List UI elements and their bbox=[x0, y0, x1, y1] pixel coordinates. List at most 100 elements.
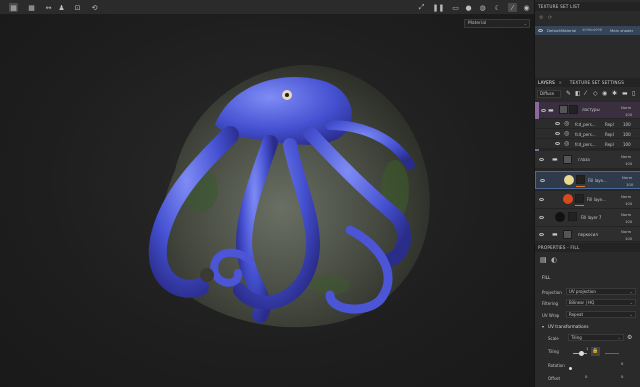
texture-set-item[interactable]: DefaultMaterial 4096x4096 Main shader bbox=[535, 26, 640, 35]
properties-header: PROPERTIES - FILL bbox=[535, 243, 640, 252]
folder-icon[interactable]: ▬ bbox=[622, 90, 628, 97]
layer-blend[interactable]: Norm bbox=[622, 175, 632, 180]
lock-icon[interactable]: 🔒 bbox=[591, 347, 600, 356]
history-icon[interactable]: ⟲ bbox=[90, 3, 99, 12]
layer-opacity[interactable]: 100 bbox=[625, 219, 632, 224]
sphere-icon[interactable]: ● bbox=[464, 3, 473, 12]
tab-layers[interactable]: LAYERS bbox=[538, 78, 555, 87]
channel-select[interactable]: Diffuse bbox=[537, 90, 561, 98]
brush-icon[interactable]: ⁄ bbox=[508, 3, 517, 12]
tab-texture-set-settings[interactable]: TEXTURE SET SETTINGS bbox=[570, 78, 624, 87]
mask-icon[interactable]: ◧ bbox=[575, 90, 581, 97]
screenshot-icon[interactable]: ◉ bbox=[522, 3, 531, 12]
layer-blend[interactable]: Norm bbox=[621, 194, 631, 199]
right-panel: TEXTURE SET LIST ⚙ ⟳ DefaultMaterial 409… bbox=[534, 0, 640, 387]
tiling-label: Tiling bbox=[548, 349, 559, 354]
material-tab-icon[interactable]: ◐ bbox=[551, 256, 557, 264]
layer-row-selected[interactable]: Fill laye... Norm 100 bbox=[535, 171, 640, 189]
layer-opacity[interactable]: 100 bbox=[623, 132, 631, 137]
tiling-slider-handle[interactable] bbox=[579, 351, 584, 356]
layer-opacity[interactable]: 100 bbox=[625, 236, 632, 241]
frame-icon[interactable]: ⊡ bbox=[73, 3, 82, 12]
trash-icon[interactable]: ▯ bbox=[632, 90, 635, 97]
layer-blend[interactable]: Norm bbox=[621, 212, 631, 217]
eye-icon[interactable] bbox=[539, 198, 544, 201]
layer-blend[interactable]: Repl bbox=[605, 122, 614, 127]
rotation-value[interactable]: 0 bbox=[621, 361, 623, 366]
fullscreen-icon[interactable]: ⤢ bbox=[417, 3, 426, 12]
rotation-slider-handle[interactable] bbox=[569, 367, 572, 370]
offset-x-value[interactable]: 0 bbox=[585, 374, 587, 379]
filtering-value: Bilinear | HQ bbox=[569, 300, 595, 305]
layer-blend[interactable]: Norm bbox=[621, 229, 631, 234]
settings-icon[interactable]: ⚙ bbox=[627, 334, 632, 341]
grid-3x3-icon[interactable]: ▦ bbox=[27, 3, 36, 12]
folder-icon: ▬ bbox=[548, 107, 554, 114]
scale-select[interactable]: Tiling ⌄ bbox=[568, 334, 624, 341]
layer-row[interactable]: Fill layer 7 Norm 100 bbox=[535, 209, 640, 227]
tiling-value[interactable]: 1 bbox=[586, 346, 588, 351]
globe-icon[interactable]: ◍ bbox=[478, 3, 487, 12]
eye-icon[interactable] bbox=[555, 122, 560, 125]
collapse-icon[interactable]: ▾ bbox=[542, 324, 544, 329]
layer-row[interactable]: ▬ перкосил Norm 100 bbox=[535, 227, 640, 242]
fill-bucket-icon[interactable]: ◉ bbox=[602, 90, 607, 97]
properties-title: PROPERTIES - FILL bbox=[538, 245, 580, 250]
layer-row[interactable]: ▬ глаза Norm 100 bbox=[535, 151, 640, 169]
layer-blend[interactable]: Repl bbox=[605, 132, 614, 137]
person-icon[interactable]: ♟ bbox=[57, 3, 66, 12]
eye-icon[interactable] bbox=[539, 216, 544, 219]
eye-icon[interactable] bbox=[555, 132, 560, 135]
material-select[interactable]: Material ⌄ bbox=[464, 19, 530, 28]
layers-toolbar: Diffuse ✎ ◧ ⁄ ◇ ◉ ✱ ▬ ▯ bbox=[535, 89, 640, 100]
3d-viewport[interactable]: Material ⌄ bbox=[0, 15, 534, 387]
offset-row: Offset 0 0 bbox=[535, 372, 640, 384]
layer-opacity[interactable]: 100 bbox=[625, 112, 632, 117]
layer-opacity[interactable]: 100 bbox=[625, 201, 632, 206]
texture-set-list-header: TEXTURE SET LIST bbox=[535, 2, 640, 11]
eraser-icon[interactable]: ◇ bbox=[593, 90, 598, 97]
layer-opacity[interactable]: 100 bbox=[625, 161, 632, 166]
moon-icon[interactable]: ☾ bbox=[493, 3, 502, 12]
tiling-slider-track-2[interactable] bbox=[605, 353, 619, 354]
pause-icon[interactable]: ❚❚ bbox=[433, 3, 445, 12]
layer-name: Fill layer 7 bbox=[581, 215, 602, 220]
layer-opacity[interactable]: 100 bbox=[623, 122, 631, 127]
refresh-icon[interactable]: ⟳ bbox=[548, 15, 552, 21]
eye-icon[interactable] bbox=[538, 29, 543, 32]
offset-y-value[interactable]: 0 bbox=[621, 374, 623, 379]
eye-icon[interactable] bbox=[555, 142, 560, 145]
layer-row[interactable]: ◎ fcd_pers... Repl 100 bbox=[535, 139, 640, 149]
settings-icon[interactable]: ⚙ bbox=[539, 15, 543, 21]
eye-icon[interactable] bbox=[539, 233, 544, 236]
layer-blend[interactable]: Norm bbox=[621, 105, 631, 110]
layer-opacity[interactable]: 100 bbox=[623, 142, 631, 147]
paint-add-icon[interactable]: ✎ bbox=[566, 90, 571, 97]
uvwrap-select[interactable]: Repeat ⌄ bbox=[566, 311, 636, 318]
brush-tool-icon[interactable]: ⁄ bbox=[585, 90, 586, 97]
close-icon[interactable]: × bbox=[558, 78, 562, 87]
filtering-select[interactable]: Bilinear | HQ ⌄ bbox=[566, 299, 636, 306]
chevron-down-icon: ⌄ bbox=[629, 289, 633, 294]
layer-row[interactable]: ◎ fcd_pers... Repl 100 bbox=[535, 119, 640, 129]
camera-icon[interactable]: ▭ bbox=[451, 3, 460, 12]
projection-select[interactable]: UV projection ⌄ bbox=[566, 288, 636, 295]
projection-label: Projection bbox=[542, 290, 562, 295]
eye-icon[interactable] bbox=[541, 109, 546, 112]
layer-row[interactable]: ◎ fcd_pers... Repl 100 bbox=[535, 129, 640, 139]
mask-thumbnail bbox=[576, 175, 585, 184]
layer-row[interactable]: ▬ ластуры Norm 100 bbox=[535, 102, 640, 159]
layer-row[interactable]: Fill laye... Norm 100 bbox=[535, 191, 640, 209]
eye-icon[interactable] bbox=[539, 158, 544, 161]
tiling-row: Tiling 1 🔒 bbox=[535, 345, 640, 359]
layer-blend[interactable]: Repl bbox=[605, 142, 614, 147]
scale-label: Scale bbox=[548, 336, 559, 341]
fill-tab-icon[interactable]: ▤ bbox=[540, 256, 547, 264]
grid-2x2-icon[interactable]: ▦ bbox=[9, 3, 18, 12]
split-sync-icon[interactable]: ↔ bbox=[44, 3, 53, 12]
effects-icon[interactable]: ✱ bbox=[612, 90, 617, 97]
uv-transformations-row[interactable]: ▾ UV transformations bbox=[535, 322, 640, 331]
layer-blend[interactable]: Norm bbox=[621, 154, 631, 159]
eye-icon[interactable] bbox=[540, 179, 545, 182]
layer-opacity[interactable]: 100 bbox=[626, 182, 633, 187]
